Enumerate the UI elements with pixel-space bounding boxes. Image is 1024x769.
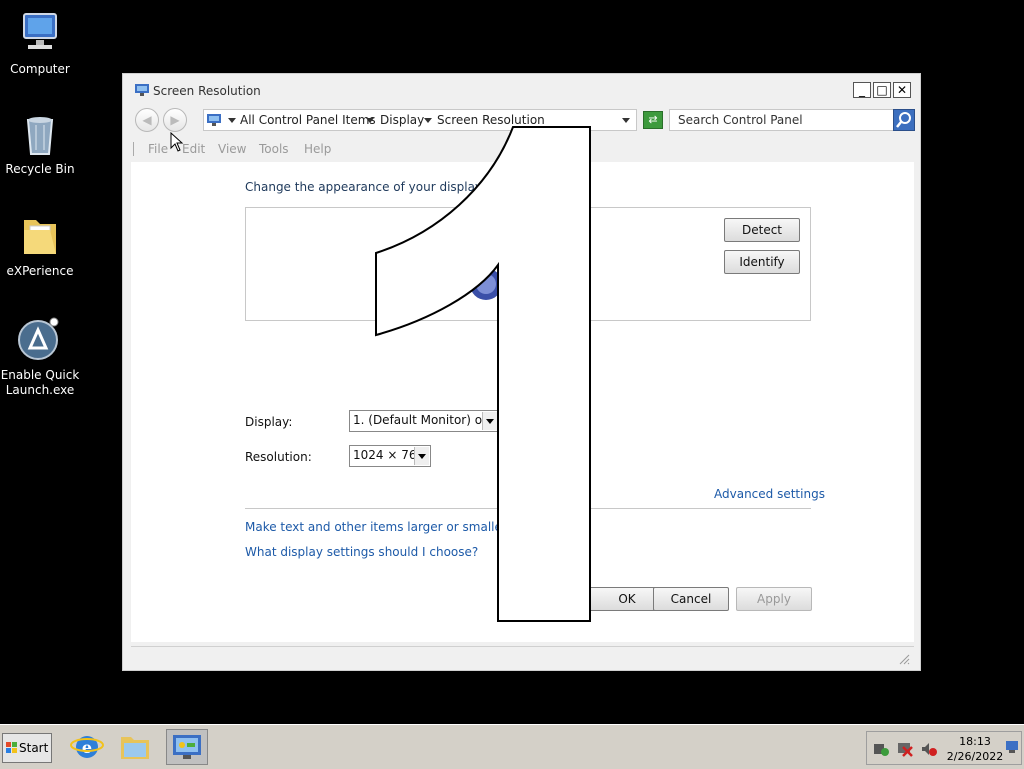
volume-muted-icon[interactable] — [921, 741, 937, 757]
monitor-icon — [135, 84, 149, 96]
taskbar-control-panel[interactable] — [166, 729, 208, 765]
title-bar[interactable]: Screen Resolution _ □ ✕ — [123, 74, 920, 108]
refresh-icon: ⇄ — [648, 113, 658, 126]
taskbar-internet-explorer[interactable]: e — [70, 731, 104, 763]
taskbar: Start e 18:13 2/26/2022 — [0, 724, 1024, 769]
arrow-left-icon: ◀ — [142, 113, 152, 127]
search-icon — [896, 112, 911, 128]
number-one-overlay-icon — [375, 126, 591, 622]
system-tray: 18:13 2/26/2022 — [866, 731, 1022, 765]
breadcrumb-all-control-panel-items[interactable]: All Control Panel Items — [240, 113, 376, 127]
status-bar — [131, 646, 914, 667]
cancel-button[interactable]: Cancel — [653, 587, 729, 611]
computer-icon — [16, 10, 64, 58]
svg-text:e: e — [82, 738, 92, 757]
menu-separator — [133, 142, 134, 156]
desktop-icon-label: Enable Quick Launch.exe — [0, 368, 80, 397]
quick-launch-icon — [16, 316, 64, 364]
control-panel-icon — [207, 114, 221, 126]
start-button[interactable]: Start — [2, 733, 52, 763]
chevron-down-icon[interactable] — [228, 118, 236, 123]
internet-explorer-icon: e — [70, 736, 104, 758]
display-label: Display: — [245, 415, 293, 429]
chevron-down-icon[interactable] — [424, 118, 432, 123]
taskbar-file-explorer[interactable] — [118, 731, 152, 763]
close-button[interactable]: ✕ — [893, 82, 911, 98]
forward-button[interactable]: ▶ — [163, 108, 187, 132]
folder-icon — [121, 737, 149, 759]
clock-time: 18:13 — [959, 735, 991, 748]
security-shield-icon[interactable] — [873, 741, 889, 757]
menu-tools[interactable]: Tools — [259, 142, 289, 156]
search-button[interactable] — [893, 109, 915, 131]
arrow-right-icon: ▶ — [170, 113, 180, 127]
menu-help[interactable]: Help — [304, 142, 331, 156]
start-label: Start — [19, 741, 49, 755]
identify-button[interactable]: Identify — [724, 250, 800, 274]
desktop-icon-experience[interactable]: eXPerience — [0, 212, 80, 279]
maximize-button[interactable]: □ — [873, 82, 891, 98]
folder-icon — [16, 212, 64, 260]
desktop-icon-label: eXPerience — [6, 264, 74, 278]
network-disconnected-icon[interactable] — [897, 741, 913, 757]
resolution-label: Resolution: — [245, 450, 312, 464]
search-input[interactable]: Search Control Panel — [669, 109, 913, 131]
desktop-icon-recycle-bin[interactable]: Recycle Bin — [0, 110, 80, 177]
back-button[interactable]: ◀ — [135, 108, 159, 132]
control-panel-icon — [173, 735, 201, 759]
apply-button[interactable]: Apply — [736, 587, 812, 611]
desktop-icon-computer[interactable]: Computer — [0, 10, 80, 77]
desktop-icon-label: Computer — [10, 62, 70, 76]
recycle-bin-icon — [16, 110, 64, 158]
refresh-button[interactable]: ⇄ — [643, 111, 663, 129]
chevron-down-icon[interactable] — [366, 118, 374, 123]
windows-logo-icon — [6, 742, 17, 753]
show-desktop-icon[interactable] — [1005, 740, 1019, 754]
menu-file[interactable]: File — [148, 142, 168, 156]
mouse-cursor-icon — [170, 132, 184, 152]
detect-button[interactable]: Detect — [724, 218, 800, 242]
window-title: Screen Resolution — [153, 84, 261, 98]
desktop-icon-enable-quick-launch[interactable]: Enable Quick Launch.exe — [0, 316, 80, 398]
advanced-settings-link[interactable]: Advanced settings — [714, 487, 825, 501]
address-dropdown-icon[interactable] — [622, 118, 630, 123]
clock-date: 2/26/2022 — [946, 750, 1004, 763]
clock[interactable]: 18:13 2/26/2022 — [945, 734, 1005, 764]
resize-grip-icon[interactable] — [898, 653, 910, 665]
menu-edit[interactable]: Edit — [182, 142, 205, 156]
desktop-icon-label: Recycle Bin — [5, 162, 75, 176]
minimize-button[interactable]: _ — [853, 82, 871, 98]
menu-view[interactable]: View — [218, 142, 246, 156]
